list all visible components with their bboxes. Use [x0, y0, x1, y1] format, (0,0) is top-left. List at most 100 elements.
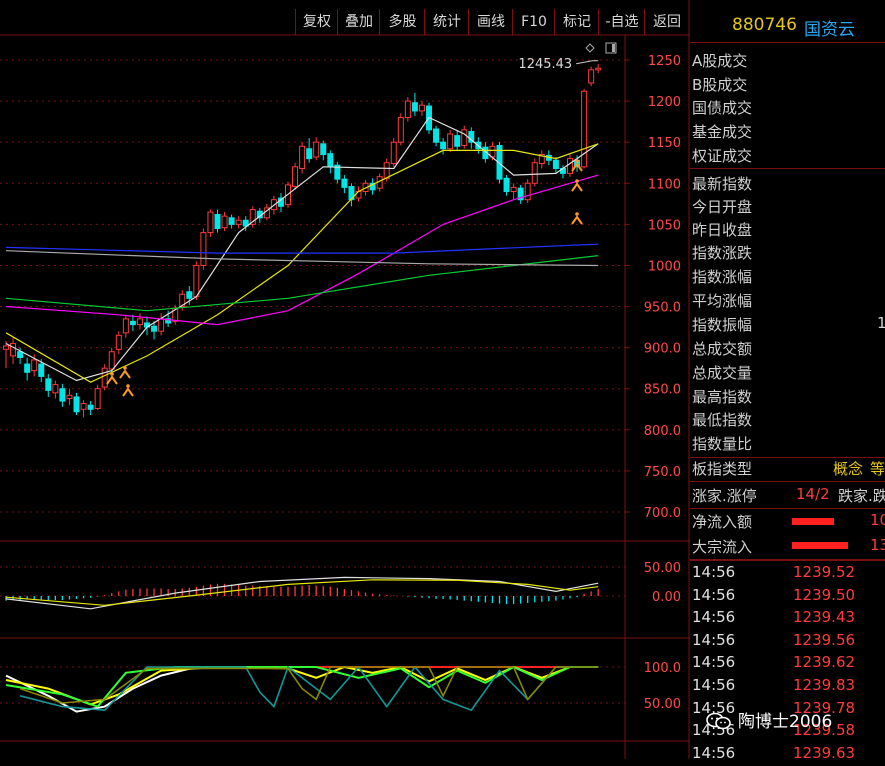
candle: [461, 125, 468, 149]
candle: [510, 183, 517, 200]
macd-axis-label: 50.00: [644, 561, 681, 576]
candle: [404, 96, 411, 122]
field-turnover: 总成交额: [692, 340, 753, 358]
tick-row: 14:56 1239.63: [692, 744, 885, 766]
candle: [235, 216, 242, 229]
candle: [552, 156, 559, 174]
candle-body: [186, 291, 193, 299]
ma60-line: [5, 255, 599, 312]
candle-body: [193, 264, 200, 298]
candle-body: [122, 318, 129, 334]
candle-body: [129, 320, 136, 326]
tick-row: 14:56 1239.52: [692, 563, 885, 585]
draw-line-button[interactable]: 画线: [468, 9, 513, 35]
candle-body: [101, 367, 108, 388]
block-inflow-label: 大宗流入: [692, 538, 753, 556]
block-inflow-value: 13: [870, 536, 885, 554]
field-change: 指数涨跌: [692, 244, 753, 262]
candle: [66, 388, 73, 406]
price-axis-label: 1250: [648, 54, 681, 69]
statistics-button[interactable]: 统计: [424, 9, 469, 35]
marker-head: [575, 159, 579, 163]
candle: [433, 125, 440, 147]
toolbar: 复权 叠加 多股 统计 画线 F10 标记 -自选 返回: [0, 9, 690, 35]
tick-time: 14:56: [692, 563, 736, 581]
candle: [334, 161, 341, 184]
marker-icon: [571, 212, 583, 225]
macd-axis-label: 0.00: [652, 590, 681, 605]
tick-time: 14:56: [692, 608, 736, 627]
annotation-leader: [576, 60, 599, 65]
candle-body: [531, 162, 538, 184]
field-open: 今日开盘: [692, 198, 753, 216]
block-inflow-bar: [792, 542, 848, 549]
candle-body: [94, 388, 101, 409]
macd-bars: [5, 583, 599, 605]
candle-body: [151, 325, 158, 332]
price-axis-label: 850.0: [644, 383, 681, 398]
price-axis-label: 800.0: [644, 424, 681, 439]
f10-button[interactable]: F10: [512, 9, 555, 35]
candle-body: [87, 404, 94, 410]
candle-body: [411, 102, 418, 112]
up-limit-label: 涨家.涨停: [692, 487, 757, 505]
kdj-yellow-line: [5, 665, 599, 706]
candle-body: [45, 378, 52, 391]
field-b-share-volume: B股成交: [692, 76, 748, 94]
marker-head: [575, 179, 579, 183]
candle: [369, 178, 376, 195]
tick-row: 14:56 1239.83: [692, 676, 885, 698]
price-axis-label: 1100: [648, 177, 681, 192]
candle: [440, 138, 447, 155]
mark-button[interactable]: 标记: [554, 9, 599, 35]
field-low: 最低指数: [692, 411, 753, 429]
candle: [411, 92, 418, 116]
index-code: 880746: [732, 15, 797, 35]
candle: [158, 313, 165, 336]
candle: [313, 137, 320, 161]
candle-body: [552, 159, 559, 169]
ma120-line: [5, 243, 599, 254]
candle: [348, 183, 355, 207]
candle-body: [115, 334, 122, 350]
price-axis-label: 750.0: [644, 465, 681, 480]
overlay-button[interactable]: 叠加: [337, 9, 380, 35]
candle-body: [207, 211, 214, 234]
candle: [277, 193, 284, 213]
candle: [115, 331, 122, 355]
field-total-volume: 总成交量: [692, 364, 753, 382]
watermark: 陶博士2006: [706, 707, 832, 732]
price-axis-label: 900.0: [644, 342, 681, 357]
candle-body: [567, 158, 573, 174]
tick-time: 14:56: [692, 585, 736, 604]
back-button[interactable]: 返回: [644, 9, 689, 35]
up-limit-value: 14/2: [796, 485, 830, 503]
candle-body: [235, 219, 242, 225]
field-amplitude: 指数振幅: [692, 316, 753, 334]
candle-body: [306, 148, 313, 160]
macd-gridlines: 50.00 0.00: [0, 561, 681, 605]
candle: [80, 400, 87, 418]
price-axis-label: 1050: [648, 218, 681, 233]
kline-chart-area[interactable]: 1250 1200 1150 1100 1050 1000 950.0 900.0 850.0 8…: [0, 0, 690, 759]
candle: [136, 313, 143, 330]
marker-icon: [122, 384, 134, 397]
marker-icon: [571, 179, 583, 192]
candle: [228, 214, 235, 229]
multi-stock-button[interactable]: 多股: [379, 9, 425, 35]
candle: [221, 212, 228, 231]
candle: [538, 150, 545, 169]
index-name[interactable]: 国资云: [804, 15, 855, 40]
high-annotation: 1245.43: [518, 57, 599, 72]
amplitude-value: 1: [877, 314, 885, 332]
watermark-text: 陶博士2006: [738, 712, 833, 732]
candle-body: [418, 104, 425, 112]
restore-rights-button[interactable]: 复权: [295, 9, 338, 35]
add-watchlist-button[interactable]: -自选: [598, 9, 645, 35]
candle: [52, 380, 59, 399]
candles: [3, 64, 602, 418]
candle-body: [341, 178, 348, 188]
tick-row: 14:56 1239.62: [692, 653, 885, 675]
marker-head: [110, 372, 114, 376]
candle: [24, 357, 31, 381]
